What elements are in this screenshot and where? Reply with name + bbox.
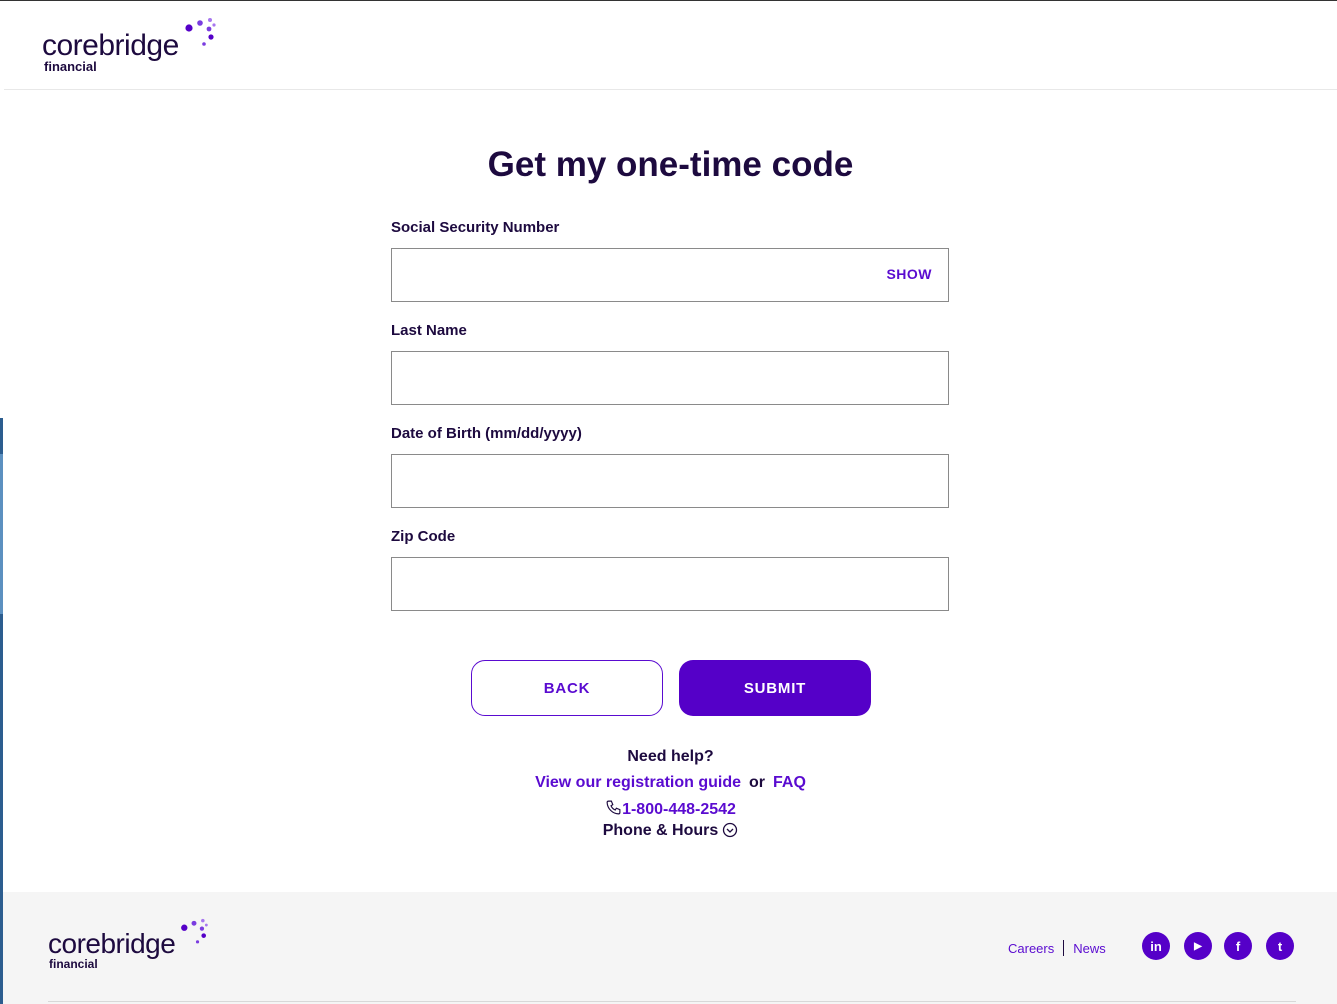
youtube-glyph: ▶ (1194, 940, 1202, 952)
linkedin-glyph: in (1150, 938, 1162, 954)
phone-hours-toggle[interactable]: Phone & Hours (0, 822, 1337, 840)
dob-label: Date of Birth (mm/dd/yyyy) (391, 425, 582, 442)
or-text: or (749, 774, 766, 791)
last-name-field-box (391, 351, 949, 405)
last-name-input[interactable] (392, 352, 900, 404)
faq-link[interactable]: FAQ (773, 774, 806, 791)
phone-link[interactable]: 1-800-448-2542 (0, 799, 1337, 819)
footer-logo-wordmark: corebridge (48, 928, 176, 959)
help-heading: Need help? (627, 748, 714, 765)
page-title: Get my one-time code (487, 145, 854, 184)
back-button[interactable]: BACK (471, 660, 663, 716)
submit-button[interactable]: SUBMIT (679, 660, 871, 716)
dob-input[interactable] (392, 455, 900, 507)
site-header: corebridge financial (4, 1, 1337, 90)
help-links: View our registration guide or FAQ (0, 774, 1337, 792)
corebridge-logo[interactable]: corebridge financial (42, 17, 222, 77)
twitter-glyph: t (1277, 938, 1283, 954)
logo-subtitle: financial (44, 59, 97, 74)
chevron-down-icon (723, 822, 738, 838)
zip-code-label: Zip Code (391, 528, 456, 545)
site-footer: corebridge financial Careers News in ▶ f … (3, 892, 1337, 1004)
phone-number: 1-800-448-2542 (622, 801, 736, 818)
registration-guide-link[interactable]: View our registration guide (535, 774, 741, 791)
logo-wordmark: corebridge (42, 29, 179, 62)
news-link[interactable]: News (1073, 941, 1106, 956)
ssn-label: Social Security Number (391, 219, 560, 236)
facebook-icon[interactable]: f (1224, 932, 1252, 960)
footer-link-divider (1063, 940, 1065, 956)
dob-field-box (391, 454, 949, 508)
zip-code-field-box (391, 557, 949, 611)
show-ssn-button[interactable]: SHOW (886, 266, 932, 282)
ssn-field-box: SHOW (391, 248, 949, 302)
footer-logo-subtitle: financial (49, 957, 98, 971)
zip-code-input[interactable] (392, 558, 900, 610)
logo-dots-icon (185, 18, 216, 46)
youtube-icon[interactable]: ▶ (1184, 932, 1212, 960)
facebook-glyph: f (1235, 938, 1241, 954)
ssn-input[interactable] (392, 249, 900, 301)
linkedin-icon[interactable]: in (1142, 932, 1170, 960)
twitter-icon[interactable]: t (1266, 932, 1294, 960)
footer-links: Careers News (1008, 940, 1106, 956)
phone-icon (606, 800, 621, 815)
phone-hours-label: Phone & Hours (602, 822, 719, 839)
last-name-label: Last Name (391, 322, 467, 339)
footer-divider (48, 1001, 1296, 1002)
footer-logo-dots-icon (181, 918, 208, 944)
careers-link[interactable]: Careers (1008, 941, 1054, 956)
footer-corebridge-logo[interactable]: corebridge financial (48, 918, 218, 974)
